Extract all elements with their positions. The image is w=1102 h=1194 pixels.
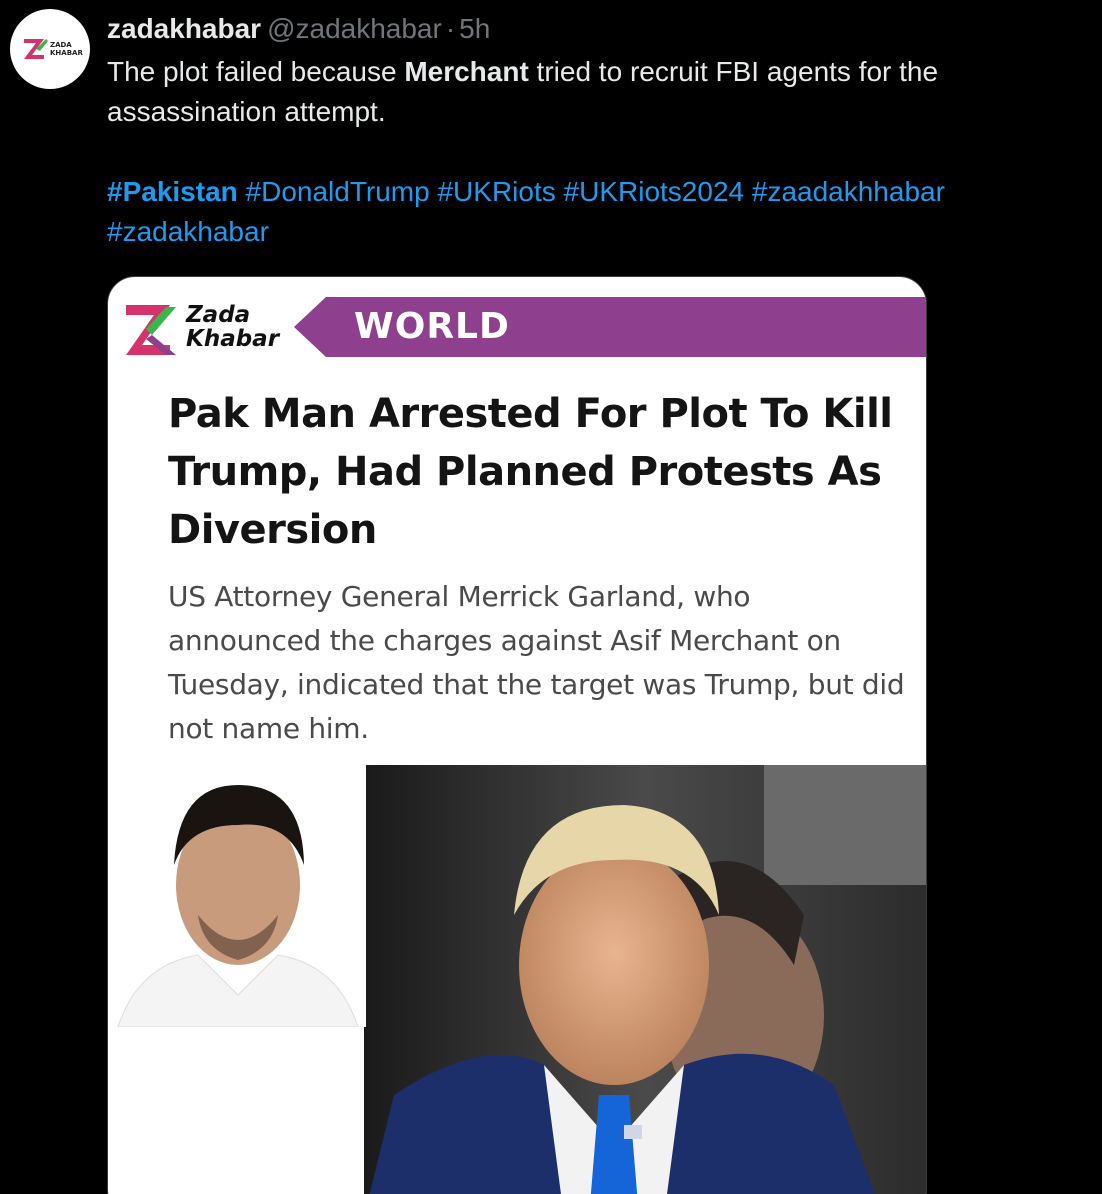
hashtag-link[interactable]: #zadakhabar	[107, 216, 269, 247]
avatar[interactable]: ZADA KHABAR	[10, 9, 90, 89]
hashtag-link[interactable]: #DonaldTrump	[246, 176, 430, 207]
hashtag-link[interactable]: #zaadakhhabar	[752, 176, 945, 207]
hashtag-link[interactable]: #UKRiots	[437, 176, 555, 207]
hashtag-link[interactable]: #Pakistan	[107, 176, 238, 207]
tweet-text-start: The plot failed because	[107, 56, 405, 87]
article-photo	[108, 765, 926, 1194]
inset-photo	[108, 765, 366, 1028]
timestamp[interactable]: 5h	[459, 13, 490, 44]
hashtag-link[interactable]: #UKRiots2024	[564, 176, 745, 207]
tweet-text-bold: Merchant	[404, 56, 529, 87]
article-summary: US Attorney General Merrick Garland, who…	[168, 580, 905, 745]
display-name[interactable]: zadakhabar	[107, 13, 261, 44]
hashtag-list: #Pakistan #DonaldTrump #UKRiots #UKRiots…	[107, 172, 1087, 252]
avatar-logo-text: ZADA KHABAR	[50, 41, 83, 57]
tweet-text: The plot failed because Merchant tried t…	[107, 52, 1087, 132]
handle[interactable]: @zadakhabar	[267, 13, 442, 44]
article-headline: Pak Man Arrested For Plot To Kill Trump,…	[168, 391, 893, 553]
card-brand-text: Zada Khabar	[186, 302, 280, 352]
section-label: WORLD	[354, 306, 510, 347]
tweet-header: zadakhabar @zadakhabar · 5h	[107, 10, 490, 48]
main-photo	[364, 765, 926, 1194]
tweet[interactable]: ZADA KHABAR zadakhabar @zadakhabar · 5h The…	[0, 0, 1102, 1194]
zada-khabar-logo-icon	[126, 305, 176, 355]
separator-dot: ·	[445, 13, 456, 44]
media-card[interactable]: Zada Khabar WORLD Pak Man Arrested For P…	[107, 276, 927, 1194]
